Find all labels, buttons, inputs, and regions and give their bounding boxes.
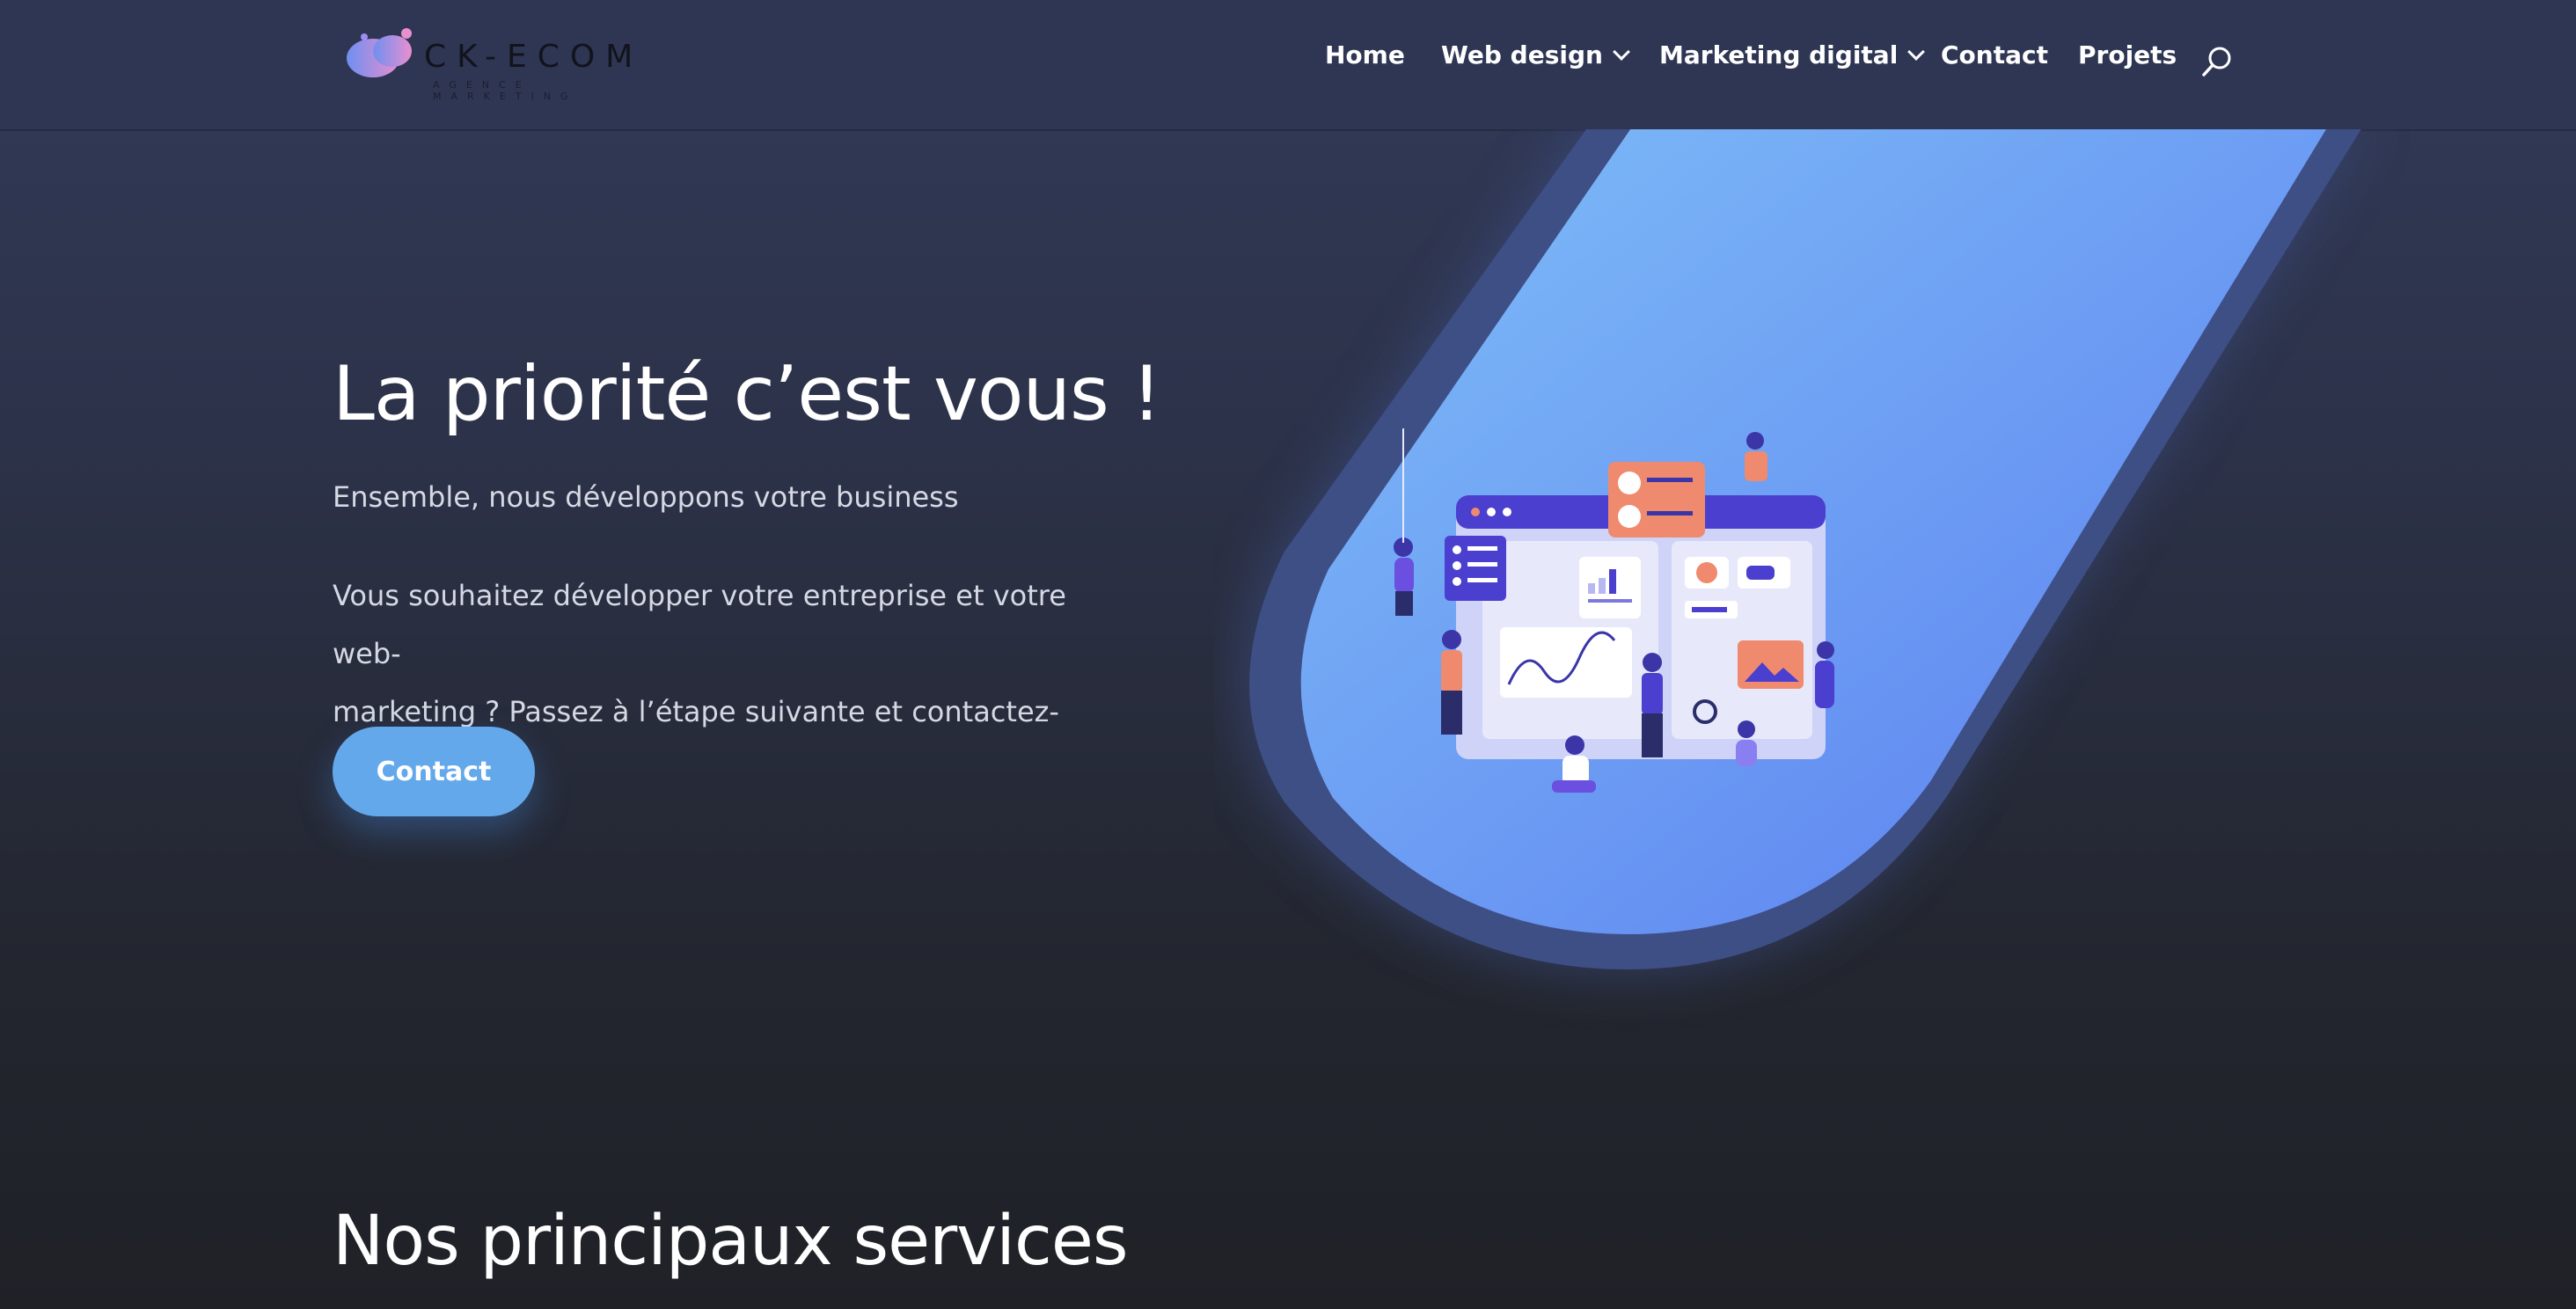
team-dashboard-illustration bbox=[1240, 129, 2361, 974]
services-title: Nos principaux services bbox=[333, 1202, 1128, 1281]
nav-label: Marketing digital bbox=[1659, 40, 1899, 69]
search-icon[interactable] bbox=[2199, 44, 2235, 79]
logo-wordmark: CK-ECOM bbox=[424, 39, 644, 75]
logo-tagline: AGENCE MARKETING bbox=[433, 79, 578, 102]
nav-label: Projets bbox=[2078, 40, 2177, 69]
nav-item-web-design[interactable]: Web design bbox=[1441, 40, 1630, 69]
nav-item-home[interactable]: Home bbox=[1325, 40, 1405, 69]
nav-item-contact[interactable]: Contact bbox=[1941, 40, 2048, 69]
site-logo[interactable]: CK-ECOM AGENCE MARKETING bbox=[334, 21, 651, 102]
nav-label: Home bbox=[1325, 40, 1405, 69]
nav-item-marketing-digital[interactable]: Marketing digital bbox=[1659, 40, 1926, 69]
contact-button[interactable]: Contact bbox=[333, 727, 535, 816]
site-header: CK-ECOM AGENCE MARKETING Home Web design… bbox=[0, 0, 2576, 131]
logo-blob-icon bbox=[347, 28, 412, 77]
hero-subtitle: Ensemble, nous développons votre busines… bbox=[333, 480, 959, 514]
nav-label: Contact bbox=[1941, 40, 2048, 69]
hero-body-line: Vous souhaitez développer votre entrepri… bbox=[333, 579, 1066, 670]
hero-title: La priorité c’est vous ! bbox=[333, 350, 1162, 438]
nav-label: Web design bbox=[1441, 40, 1603, 69]
chevron-down-icon bbox=[1907, 42, 1926, 61]
chevron-down-icon bbox=[1613, 42, 1630, 61]
nav-item-projets[interactable]: Projets bbox=[2078, 40, 2177, 69]
